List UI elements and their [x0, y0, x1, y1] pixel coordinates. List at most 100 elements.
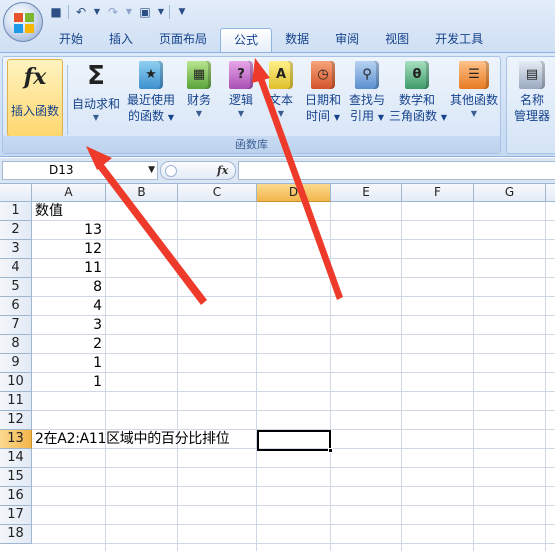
row-header-12[interactable]: 12 — [0, 411, 32, 430]
gridline — [32, 467, 555, 468]
cell-a3[interactable]: 12 — [33, 240, 105, 259]
column-header-e[interactable]: E — [331, 184, 402, 202]
math-trig-button[interactable]: θ 数学和 三角函数 ▼ — [389, 59, 447, 135]
row-header-7[interactable]: 7 — [0, 316, 32, 335]
row-header-3[interactable]: 3 — [0, 240, 32, 259]
date-time-label-2-text: 时间 — [306, 109, 331, 123]
print-dropdown-icon[interactable]: ▼ — [157, 4, 165, 20]
office-button[interactable] — [3, 2, 43, 42]
cell-a5[interactable]: 8 — [33, 278, 105, 297]
sigma-icon: Σ — [87, 61, 105, 91]
gridline — [32, 391, 555, 392]
row-header-2[interactable]: 2 — [0, 221, 32, 240]
row-header-9[interactable]: 9 — [0, 354, 32, 373]
text-label: 文本 — [268, 93, 293, 107]
financial-book-icon: ▦ — [187, 61, 211, 89]
tab-developer[interactable]: 开发工具 — [422, 28, 496, 52]
cell-a10[interactable]: 1 — [33, 373, 105, 392]
undo-dropdown-icon[interactable]: ▼ — [93, 4, 101, 20]
financial-label: 财务 — [186, 93, 211, 107]
row-header-11[interactable]: 11 — [0, 392, 32, 411]
cell-a13[interactable]: 2在A2:A11区域中的百分比排位 — [35, 430, 257, 449]
chevron-down-icon[interactable]: ▼ — [148, 162, 155, 179]
row-header-4[interactable]: 4 — [0, 259, 32, 278]
worksheet-grid[interactable]: A B C D E F G 1 2 3 4 5 6 7 8 9 10 11 12… — [0, 184, 555, 551]
lookup-reference-button[interactable]: ⚲ 查找与 引用 ▼ — [345, 59, 389, 135]
tab-page-layout[interactable]: 页面布局 — [146, 28, 220, 52]
gridline — [32, 277, 555, 278]
row-header-17[interactable]: 17 — [0, 506, 32, 525]
column-header-a[interactable]: A — [32, 184, 106, 202]
gridline — [32, 353, 555, 354]
column-header-b[interactable]: B — [106, 184, 178, 202]
row-header-8[interactable]: 8 — [0, 335, 32, 354]
fx-icon[interactable]: fx — [217, 162, 228, 179]
tab-formulas[interactable]: 公式 — [220, 28, 273, 52]
row-header-10[interactable]: 10 — [0, 373, 32, 392]
more-functions-button[interactable]: ☰ 其他函数 ▼ — [447, 59, 501, 135]
tab-home[interactable]: 开始 — [46, 28, 96, 52]
math-label-2: 三角函数 ▼ — [389, 109, 447, 123]
column-header-g[interactable]: G — [474, 184, 546, 202]
tab-view[interactable]: 视图 — [372, 28, 422, 52]
column-header-f[interactable]: F — [402, 184, 474, 202]
print-preview-icon[interactable]: ▣ — [137, 4, 153, 20]
row-header-16[interactable]: 16 — [0, 487, 32, 506]
row-header-1[interactable]: 1 — [0, 202, 32, 221]
selected-cell-d13[interactable] — [257, 430, 333, 453]
gridline — [32, 220, 555, 221]
undo-icon[interactable]: ↶ — [73, 4, 89, 20]
row-header-18[interactable]: 18 — [0, 525, 32, 544]
row-header-6[interactable]: 6 — [0, 297, 32, 316]
row-header-5[interactable]: 5 — [0, 278, 32, 297]
customize-icon[interactable]: ▼ — [174, 4, 190, 20]
select-all-corner[interactable] — [0, 184, 32, 202]
name-manager-label-2: 管理器 — [513, 109, 550, 123]
gridline — [32, 315, 555, 316]
logical-book-icon: ? — [229, 61, 253, 89]
tab-data[interactable]: 数据 — [272, 28, 322, 52]
redo-dropdown-icon[interactable]: ▼ — [125, 4, 133, 20]
column-header-c[interactable]: C — [178, 184, 257, 202]
text-button[interactable]: A 文本 ▼ — [263, 59, 299, 135]
row-header-13[interactable]: 13 — [0, 430, 32, 449]
date-time-button[interactable]: ◷ 日期和 时间 ▼ — [301, 59, 345, 135]
name-manager-button[interactable]: ▤ 名称 管理器 — [509, 59, 555, 135]
name-box[interactable]: D13 ▼ — [2, 161, 158, 180]
redo-icon[interactable]: ↷ — [105, 4, 121, 20]
qat-separator — [68, 5, 69, 19]
cell-a6[interactable]: 4 — [33, 297, 105, 316]
gridline — [545, 202, 546, 551]
save-icon[interactable]: ■ — [48, 4, 64, 20]
function-library-group: fx 插入函数 Σ 自动求和 ▼ ★ 最近使用 的函数 ▼ ▦ 财务 ▼ ? 逻… — [2, 56, 501, 154]
recent-functions-button[interactable]: ★ 最近使用 的函数 ▼ — [125, 59, 177, 135]
gridline — [330, 202, 331, 551]
lookup-label-2: 引用 ▼ — [350, 109, 384, 123]
expand-icon[interactable] — [165, 165, 177, 177]
formula-buttons: fx — [160, 161, 236, 180]
fill-handle[interactable] — [328, 448, 333, 453]
logical-button[interactable]: ? 逻辑 ▼ — [223, 59, 259, 135]
logical-label: 逻辑 — [228, 93, 253, 107]
insert-function-icon: fx — [23, 64, 47, 90]
cell-a8[interactable]: 2 — [33, 335, 105, 354]
cell-a1[interactable]: 数值 — [35, 202, 105, 221]
tab-insert[interactable]: 插入 — [96, 28, 146, 52]
column-header-h[interactable] — [546, 184, 555, 202]
cell-a9[interactable]: 1 — [33, 354, 105, 373]
cell-a4[interactable]: 11 — [33, 259, 105, 278]
formula-input[interactable] — [238, 161, 555, 180]
row-header-14[interactable]: 14 — [0, 449, 32, 468]
financial-button[interactable]: ▦ 财务 ▼ — [181, 59, 217, 135]
gridline — [32, 410, 555, 411]
row-header-15[interactable]: 15 — [0, 468, 32, 487]
cell-a7[interactable]: 3 — [33, 316, 105, 335]
cell-a2[interactable]: 13 — [33, 221, 105, 240]
ribbon-tabs: 开始 插入 页面布局 公式 数据 审阅 视图 开发工具 — [46, 28, 496, 52]
math-label-2-text: 三角函数 — [389, 109, 438, 123]
autosum-button[interactable]: Σ 自动求和 ▼ — [71, 59, 121, 135]
tab-review[interactable]: 审阅 — [322, 28, 372, 52]
insert-function-button[interactable]: fx 插入函数 — [7, 59, 63, 137]
lookup-label-2-text: 引用 — [350, 109, 375, 123]
column-header-d[interactable]: D — [257, 184, 331, 202]
